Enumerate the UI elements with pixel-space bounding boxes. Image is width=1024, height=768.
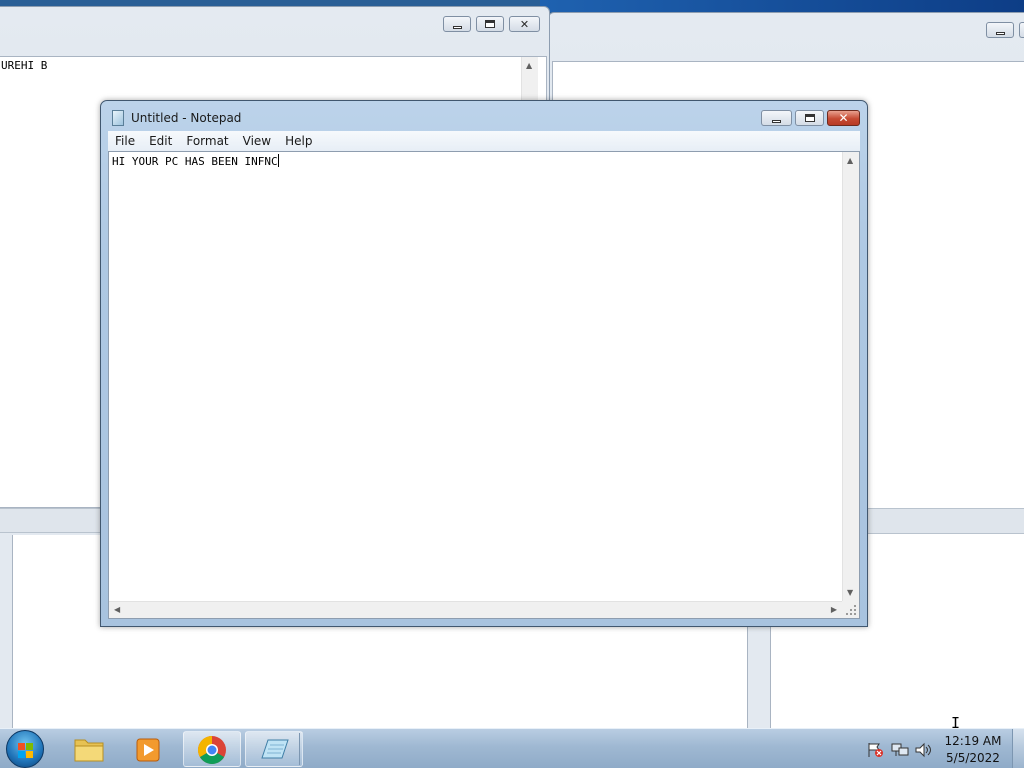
taskbar-notepad[interactable] [245,731,303,767]
close-button[interactable]: ✕ [827,110,860,126]
action-center-flag-icon[interactable] [866,742,884,758]
clock-date[interactable]: 5/5/2022 [943,751,1003,765]
minimize-button[interactable] [986,22,1014,38]
clock-time[interactable]: 12:19 AM [943,734,1003,748]
editor-text: UREHI B [1,59,48,72]
maximize-button[interactable] [795,110,824,126]
folder-icon [74,739,104,762]
menu-view[interactable]: View [236,131,278,151]
maximize-button[interactable] [1019,22,1024,38]
taskbar-media-player[interactable] [120,731,178,767]
notepad-window[interactable]: Untitled - Notepad ✕ File Edit Format Vi… [100,100,868,627]
text-caret [277,154,279,167]
scroll-up-arrow-icon[interactable]: ▲ [526,62,532,70]
scroll-up-arrow-icon[interactable]: ▲ [847,157,853,165]
taskbar-chrome[interactable] [183,731,241,767]
window-title: Untitled - Notepad [131,111,242,125]
notepad-icon [261,739,289,759]
minimize-icon [772,119,781,123]
scroll-down-arrow-icon[interactable]: ▼ [847,589,853,597]
editor-text: HI YOUR PC HAS BEEN INFNC [112,155,278,168]
close-button[interactable]: ✕ [509,16,540,32]
menu-edit[interactable]: Edit [142,131,179,151]
volume-icon[interactable] [914,742,932,758]
maximize-button[interactable] [476,16,504,32]
taskbar-separator [299,733,303,765]
media-player-icon [136,738,160,762]
close-icon: ✕ [519,17,530,31]
scroll-right-arrow-icon[interactable]: ▶ [831,606,837,614]
text-editor[interactable]: HI YOUR PC HAS BEEN INFNC ▲ ▼ ◀ ▶ [108,151,860,619]
maximize-icon [804,114,815,122]
start-button[interactable] [6,730,44,768]
minimize-icon [452,25,462,29]
menu-format[interactable]: Format [179,131,235,151]
minimize-button[interactable] [761,110,792,126]
maximize-icon [485,20,495,28]
scroll-left-arrow-icon[interactable]: ◀ [114,606,120,614]
horizontal-scrollbar[interactable]: ◀ ▶ [109,601,842,618]
panel-divider [867,508,1024,534]
menu-file[interactable]: File [108,131,142,151]
editor-content: HI YOUR PC HAS BEEN INFNC [112,154,279,169]
resize-grip[interactable] [842,601,859,618]
notepad-icon [112,110,124,126]
resize-grip-icon [846,605,856,615]
taskbar-windows-explorer[interactable] [60,731,118,767]
menu-help[interactable]: Help [278,131,319,151]
windows-logo-icon [18,743,25,750]
chrome-icon [198,736,226,764]
minimize-button[interactable] [443,16,471,32]
menu-bar: File Edit Format View Help [108,131,860,151]
close-icon: ✕ [838,111,849,125]
desktop-background [540,0,1024,12]
lower-pane[interactable] [770,625,1024,735]
vertical-scrollbar[interactable]: ▲ ▼ [842,152,859,602]
desktop: ✕ UREHI B ▲ Untitled - Notepad ✕ File Ed… [0,0,1024,768]
show-desktop-button[interactable] [1012,729,1024,768]
minimize-icon [995,31,1005,35]
taskbar: 12:19 AM 5/5/2022 [0,728,1024,768]
network-icon[interactable] [891,742,909,758]
